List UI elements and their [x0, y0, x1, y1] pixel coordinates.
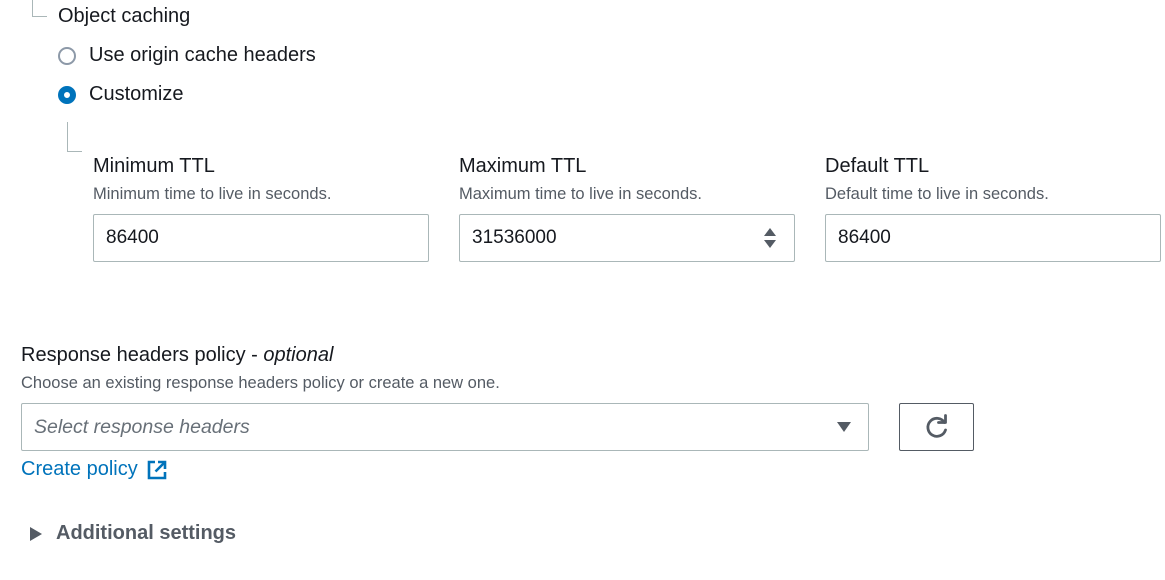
object-caching-label: Object caching	[58, 5, 191, 27]
radio-label-customize: Customize	[89, 83, 184, 105]
external-link-icon	[147, 460, 167, 479]
default-ttl-input[interactable]	[825, 214, 1161, 262]
additional-settings-expander[interactable]: Additional settings	[29, 522, 236, 545]
response-headers-policy-title: Response headers policy -	[21, 344, 264, 366]
response-headers-select[interactable]: Select response headers	[21, 403, 869, 451]
caret-down-icon	[837, 422, 851, 432]
refresh-button[interactable]	[899, 403, 974, 451]
radio-use-origin-cache-headers[interactable]: Use origin cache headers	[58, 44, 316, 67]
tree-connector-customize	[67, 122, 82, 152]
select-placeholder: Select response headers	[34, 415, 250, 438]
tree-connector-object-caching	[32, 0, 47, 17]
minimum-ttl-input[interactable]	[93, 214, 429, 262]
default-ttl-label: Default TTL	[825, 155, 930, 177]
radio-customize[interactable]: Customize	[58, 83, 183, 106]
optional-tag: optional	[263, 344, 334, 366]
radio-button-checked[interactable]	[58, 85, 76, 104]
caret-right-icon	[30, 526, 42, 541]
additional-settings-label: Additional settings	[56, 522, 236, 544]
minimum-ttl-description: Minimum time to live in seconds.	[93, 185, 332, 203]
create-policy-link[interactable]: Create policy	[21, 458, 168, 481]
response-headers-policy-label: Response headers policy - optional	[21, 344, 333, 367]
maximum-ttl-input[interactable]	[459, 214, 795, 262]
maximum-ttl-description: Maximum time to live in seconds.	[459, 185, 702, 203]
radio-label-use-origin-cache-headers: Use origin cache headers	[89, 44, 316, 66]
number-spinner-icon[interactable]	[763, 227, 777, 249]
refresh-icon	[926, 414, 947, 438]
minimum-ttl-label: Minimum TTL	[93, 155, 215, 177]
response-headers-policy-description: Choose an existing response headers poli…	[21, 374, 500, 392]
default-ttl-description: Default time to live in seconds.	[825, 185, 1049, 203]
create-policy-link-label: Create policy	[21, 458, 138, 480]
maximum-ttl-label: Maximum TTL	[459, 155, 587, 177]
radio-button-unchecked[interactable]	[58, 46, 76, 65]
